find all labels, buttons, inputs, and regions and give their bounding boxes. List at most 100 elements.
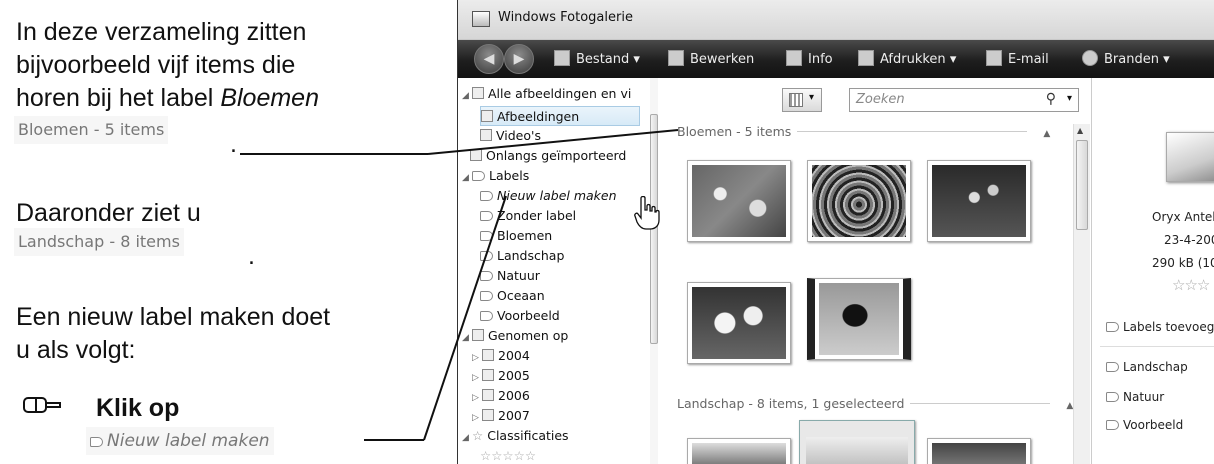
details-pane: Oryx Antel 23-4-2005 290 kB (102 ☆☆☆ Lab… (1091, 78, 1214, 464)
menu-branden[interactable]: Branden ▾ (1082, 50, 1170, 70)
nav-item-oceaan[interactable]: Oceaan (480, 286, 545, 306)
menu-label: E-mail (1008, 52, 1049, 67)
tutorial-line: horen bij het label Bloemen (16, 82, 319, 115)
tag-plus-icon (90, 437, 103, 447)
photo-thumbnail[interactable] (927, 160, 1031, 242)
nav-label: Alle afbeeldingen en vi (488, 86, 632, 101)
nav-label: 2006 (498, 388, 530, 403)
menu-bewerken[interactable]: Bewerken (668, 50, 754, 70)
view-options-button[interactable]: ▾ (782, 88, 822, 112)
app-icon (472, 11, 490, 27)
photo-thumbnail[interactable] (807, 160, 911, 242)
flower-image (692, 165, 786, 237)
tag-plus-icon (480, 191, 493, 201)
divider (910, 403, 1051, 404)
menu-label: Bestand (576, 52, 630, 67)
nav-item-classificaties[interactable]: ◢ ☆ Classificaties (462, 426, 569, 446)
tag-icon (1106, 420, 1119, 430)
group-header-landschap[interactable]: Landschap - 8 items, 1 geselecteerd ▲ (677, 396, 1073, 411)
nav-label: 2007 (498, 408, 530, 423)
tag-icon (1106, 362, 1119, 372)
assigned-label[interactable]: Natuur (1106, 390, 1164, 404)
forward-button[interactable]: ▶ (504, 44, 534, 74)
butterfly-image (819, 283, 899, 355)
back-button[interactable]: ◀ (474, 44, 504, 74)
assigned-label[interactable]: Landschap (1106, 360, 1188, 374)
printer-icon (858, 50, 874, 66)
menu-info[interactable]: Info (786, 50, 833, 70)
chip-text: Landschap - 8 items (18, 232, 180, 251)
tag-icon (1106, 392, 1119, 402)
photo-thumbnail[interactable] (687, 438, 791, 464)
menu-afdrukken[interactable]: Afdrukken ▾ (858, 50, 956, 70)
tutorial-line: Een nieuw label maken doet (16, 303, 331, 331)
nav-item-afbeeldingen[interactable]: Afbeeldingen (480, 106, 640, 126)
photo-thumbnail[interactable] (687, 282, 791, 364)
photo-thumbnail[interactable] (687, 160, 791, 242)
gallery-icon (472, 87, 484, 99)
nav-label: Genomen op (488, 328, 569, 343)
tutorial-text: horen bij het label (16, 84, 221, 112)
content-scrollbar-thumb[interactable] (1076, 140, 1088, 230)
tutorial-line: In deze verzameling zitten (16, 18, 307, 46)
nav-scrollbar[interactable] (650, 78, 658, 464)
menu-bestand[interactable]: Bestand ▾ (554, 50, 640, 70)
nav-item-2006[interactable]: ▷ 2006 (472, 386, 530, 406)
assigned-label[interactable]: Voorbeeld (1106, 418, 1183, 432)
rating-stars[interactable]: ☆☆☆☆☆ (480, 446, 536, 464)
nav-item-bloemen[interactable]: Bloemen (480, 226, 552, 246)
rating-stars[interactable]: ☆☆☆ (1172, 276, 1210, 294)
label-name-italic: Bloemen (220, 84, 319, 112)
content-scrollbar[interactable]: ▲ (1073, 124, 1090, 464)
nav-label: Zonder label (497, 208, 577, 223)
video-thumbnail[interactable] (807, 278, 911, 360)
landscape-image (932, 443, 1026, 464)
chevron-down-icon[interactable]: ▾ (1067, 93, 1072, 104)
add-labels-button[interactable]: Labels toevoeg (1106, 320, 1214, 334)
photo-thumbnail-selected[interactable] (799, 420, 915, 464)
flower-image (692, 287, 786, 359)
nav-item-nieuw-label[interactable]: Nieuw label maken (480, 186, 617, 206)
chip-text: Nieuw label maken (107, 431, 270, 451)
nav-item-landschap[interactable]: Landschap (480, 246, 564, 266)
nav-item-zonder-label[interactable]: Zonder label (480, 206, 576, 226)
scroll-up-icon[interactable]: ▲ (1077, 126, 1083, 135)
edit-icon (668, 50, 684, 66)
nav-item-onlangs[interactable]: Onlangs geïmporteerd (470, 146, 626, 166)
window-title: Windows Fotogalerie (498, 10, 633, 25)
nav-item-genomen-op[interactable]: ◢ Genomen op (462, 326, 568, 346)
email-icon (986, 50, 1002, 66)
nav-item-2005[interactable]: ▷ 2005 (472, 366, 530, 386)
tutorial-para3: Een nieuw label maken doet u als volgt: (16, 301, 330, 367)
nav-label: 2005 (498, 368, 530, 383)
disc-icon (1082, 50, 1098, 66)
menu-email[interactable]: E-mail (986, 50, 1049, 70)
nav-item-labels[interactable]: ◢ Labels (462, 166, 529, 186)
photo-thumbnail[interactable] (927, 438, 1031, 464)
nav-item-2004[interactable]: ▷ 2004 (472, 346, 530, 366)
add-labels-label: Labels toevoeg (1123, 320, 1214, 334)
pointing-hand-icon (22, 394, 62, 416)
file-icon (554, 50, 570, 66)
nav-label: Afbeeldingen (497, 109, 580, 124)
nav-item-alle[interactable]: ◢ Alle afbeeldingen en vi (462, 84, 631, 104)
nav-label: Landschap (497, 248, 565, 263)
search-input[interactable]: Zoeken ⚲ ▾ (849, 88, 1079, 112)
nav-item-2007[interactable]: ▷ 2007 (472, 406, 530, 426)
nav-label: Classificaties (487, 428, 569, 443)
search-icon[interactable]: ⚲ (1046, 91, 1056, 107)
nav-item-videos[interactable]: Video's (480, 126, 541, 146)
calendar-icon (482, 389, 494, 401)
group-header-bloemen[interactable]: Bloemen - 5 items ▲ (677, 124, 1050, 139)
nav-item-natuur[interactable]: Natuur (480, 266, 540, 286)
tutorial-line: u als volgt: (16, 336, 136, 364)
grid-view-icon (789, 93, 803, 107)
chip-new-label: Nieuw label maken (86, 427, 274, 455)
nav-item-voorbeeld[interactable]: Voorbeeld (480, 306, 560, 326)
tutorial-line: bijvoorbeeld vijf items die (16, 51, 296, 79)
period: . (230, 130, 237, 158)
nav-label: Natuur (497, 268, 540, 283)
landscape-image (806, 437, 908, 464)
search-placeholder: Zoeken (856, 92, 905, 107)
collapse-icon[interactable]: ▲ (1043, 129, 1050, 139)
